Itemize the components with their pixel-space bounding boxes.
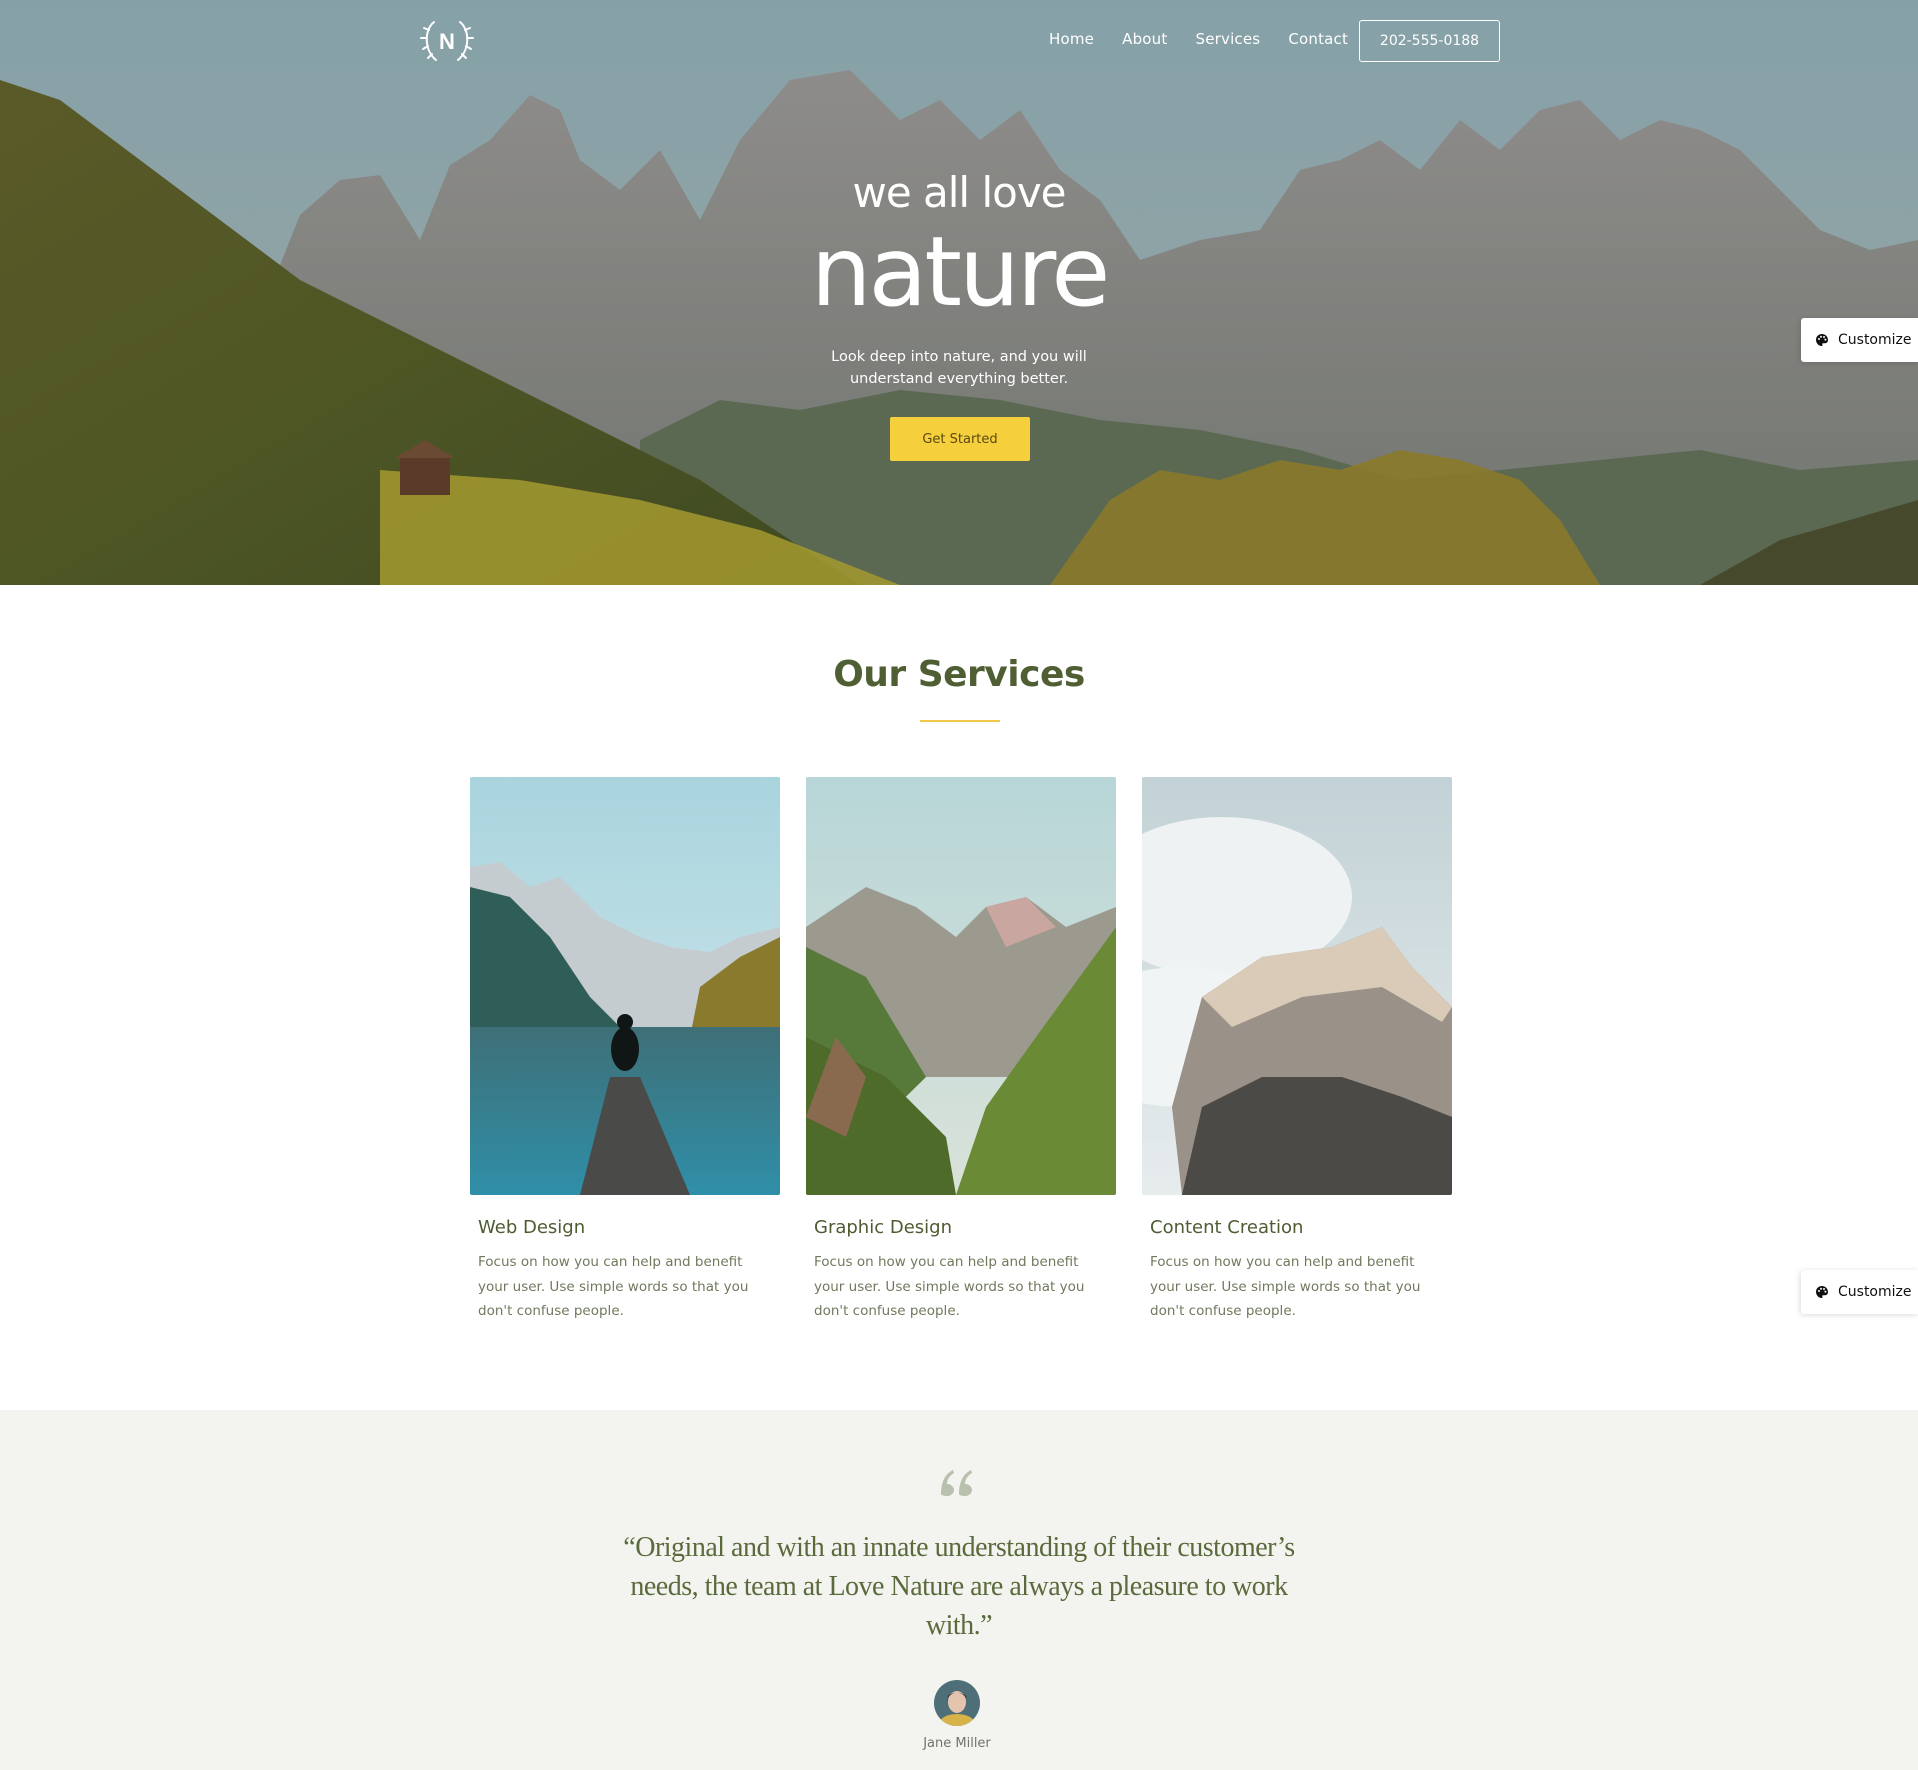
testimonial-author: Jane Miller [923,1736,991,1751]
lake-dock-photo [470,777,780,1195]
service-card-web-design: Web Design Focus on how you can help and… [470,777,780,1324]
testimonial-section: “Original and with an innate understandi… [0,1410,1918,1770]
customize-label: Customize [1838,1284,1912,1300]
service-description: Focus on how you can help and benefit yo… [478,1254,749,1319]
service-title: Web Design [478,1217,586,1238]
service-title: Graphic Design [814,1217,952,1238]
hero-section: N Home About Services Contact 202-555-01… [0,0,1918,585]
logo-laurel-wreath-icon[interactable]: N [418,16,476,66]
hero-description: Look deep into nature, and you will unde… [831,349,1087,387]
avatar [934,1680,980,1726]
get-started-button[interactable]: Get Started [890,417,1030,461]
main-nav: Home About Services Contact [1049,30,1376,48]
nav-link-services[interactable]: Services [1195,30,1260,48]
mountain-peak-photo [1142,777,1452,1195]
services-title: Our Services [833,654,1085,695]
customize-button-secondary[interactable]: Customize [1801,1270,1918,1314]
service-description: Focus on how you can help and benefit yo… [814,1254,1085,1319]
nav-link-contact[interactable]: Contact [1288,30,1348,48]
service-title: Content Creation [1150,1217,1304,1238]
customize-label: Customize [1838,332,1912,348]
service-card-content-creation: Content Creation Focus on how you can he… [1142,777,1452,1324]
customize-button[interactable]: Customize [1801,318,1918,362]
valley-photo [806,777,1116,1195]
palette-icon [1816,334,1828,346]
quote-icon [941,1470,972,1496]
service-description: Focus on how you can help and benefit yo… [1150,1254,1421,1319]
logo-letter: N [439,29,455,54]
hero-subtitle: we all love [852,168,1066,217]
palette-icon [1816,1286,1828,1298]
testimonial-quote: “Original and with an innate understandi… [623,1532,1295,1641]
title-divider [920,720,1000,722]
nav-link-home[interactable]: Home [1049,30,1094,48]
phone-button[interactable]: 202-555-0188 [1359,20,1500,62]
service-card-graphic-design: Graphic Design Focus on how you can help… [806,777,1116,1324]
nav-link-about[interactable]: About [1122,30,1167,48]
hero-title: nature [810,216,1111,328]
